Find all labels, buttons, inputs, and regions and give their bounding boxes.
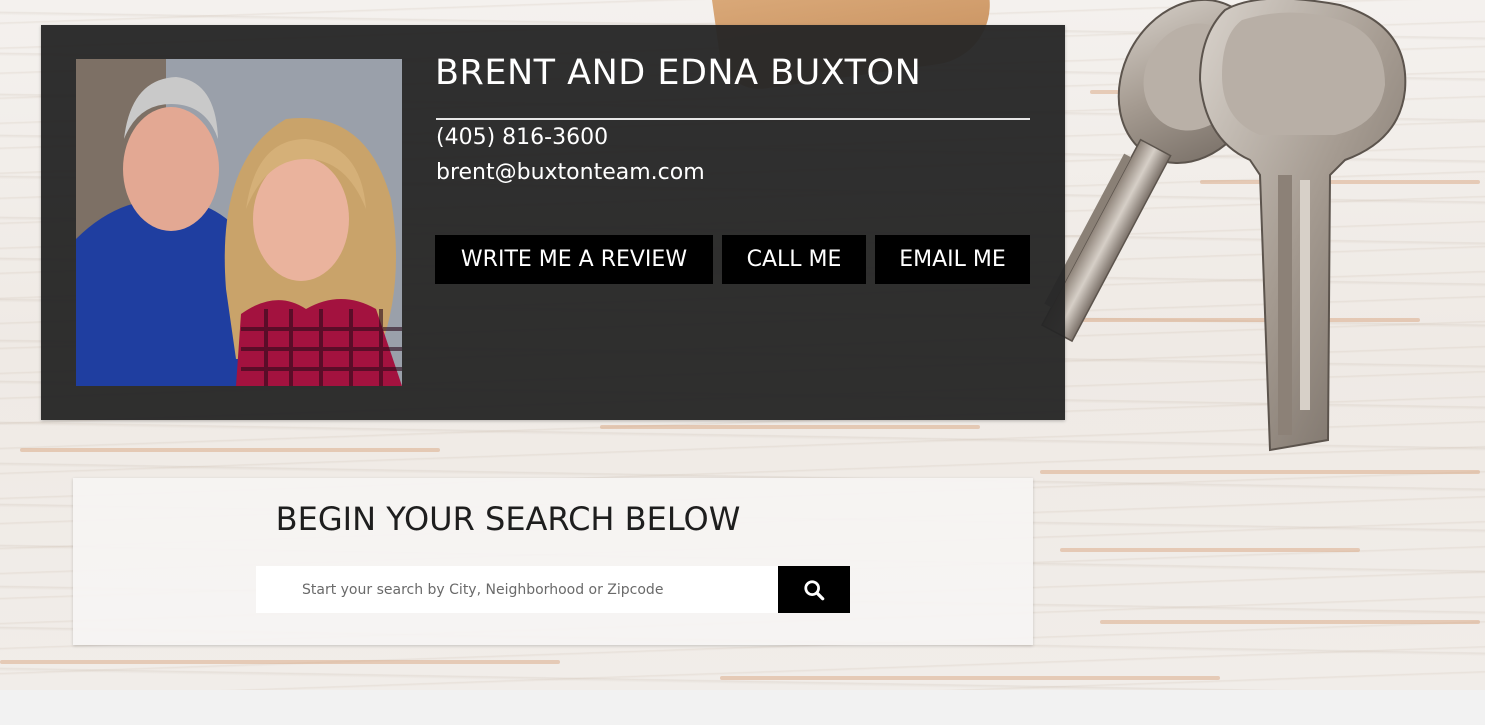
search-button[interactable] (778, 566, 850, 613)
name-divider (436, 118, 1030, 120)
write-review-button[interactable]: WRITE ME A REVIEW (435, 235, 713, 284)
wood-grain (0, 660, 560, 664)
search-icon (804, 579, 825, 600)
agent-card: BRENT AND EDNA BUXTON (405) 816-3600 bre… (41, 25, 1065, 420)
email-me-button[interactable]: EMAIL ME (875, 235, 1030, 284)
wood-grain (720, 676, 1220, 680)
wood-grain (1060, 548, 1360, 552)
footer-strip (0, 690, 1485, 725)
agent-photo (76, 59, 402, 386)
agent-portrait-image (76, 59, 402, 386)
agent-name: BRENT AND EDNA BUXTON (435, 53, 922, 93)
wood-grain (1040, 470, 1480, 474)
call-me-button[interactable]: CALL ME (722, 235, 866, 284)
search-input[interactable] (256, 566, 778, 613)
wood-grain (1100, 620, 1480, 624)
agent-phone[interactable]: (405) 816-3600 (436, 125, 608, 150)
search-panel: BEGIN YOUR SEARCH BELOW (73, 478, 1033, 645)
agent-email[interactable]: brent@buxtonteam.com (436, 160, 705, 185)
wood-grain (20, 448, 440, 452)
wood-grain (600, 425, 980, 429)
search-title: BEGIN YOUR SEARCH BELOW (275, 500, 741, 538)
